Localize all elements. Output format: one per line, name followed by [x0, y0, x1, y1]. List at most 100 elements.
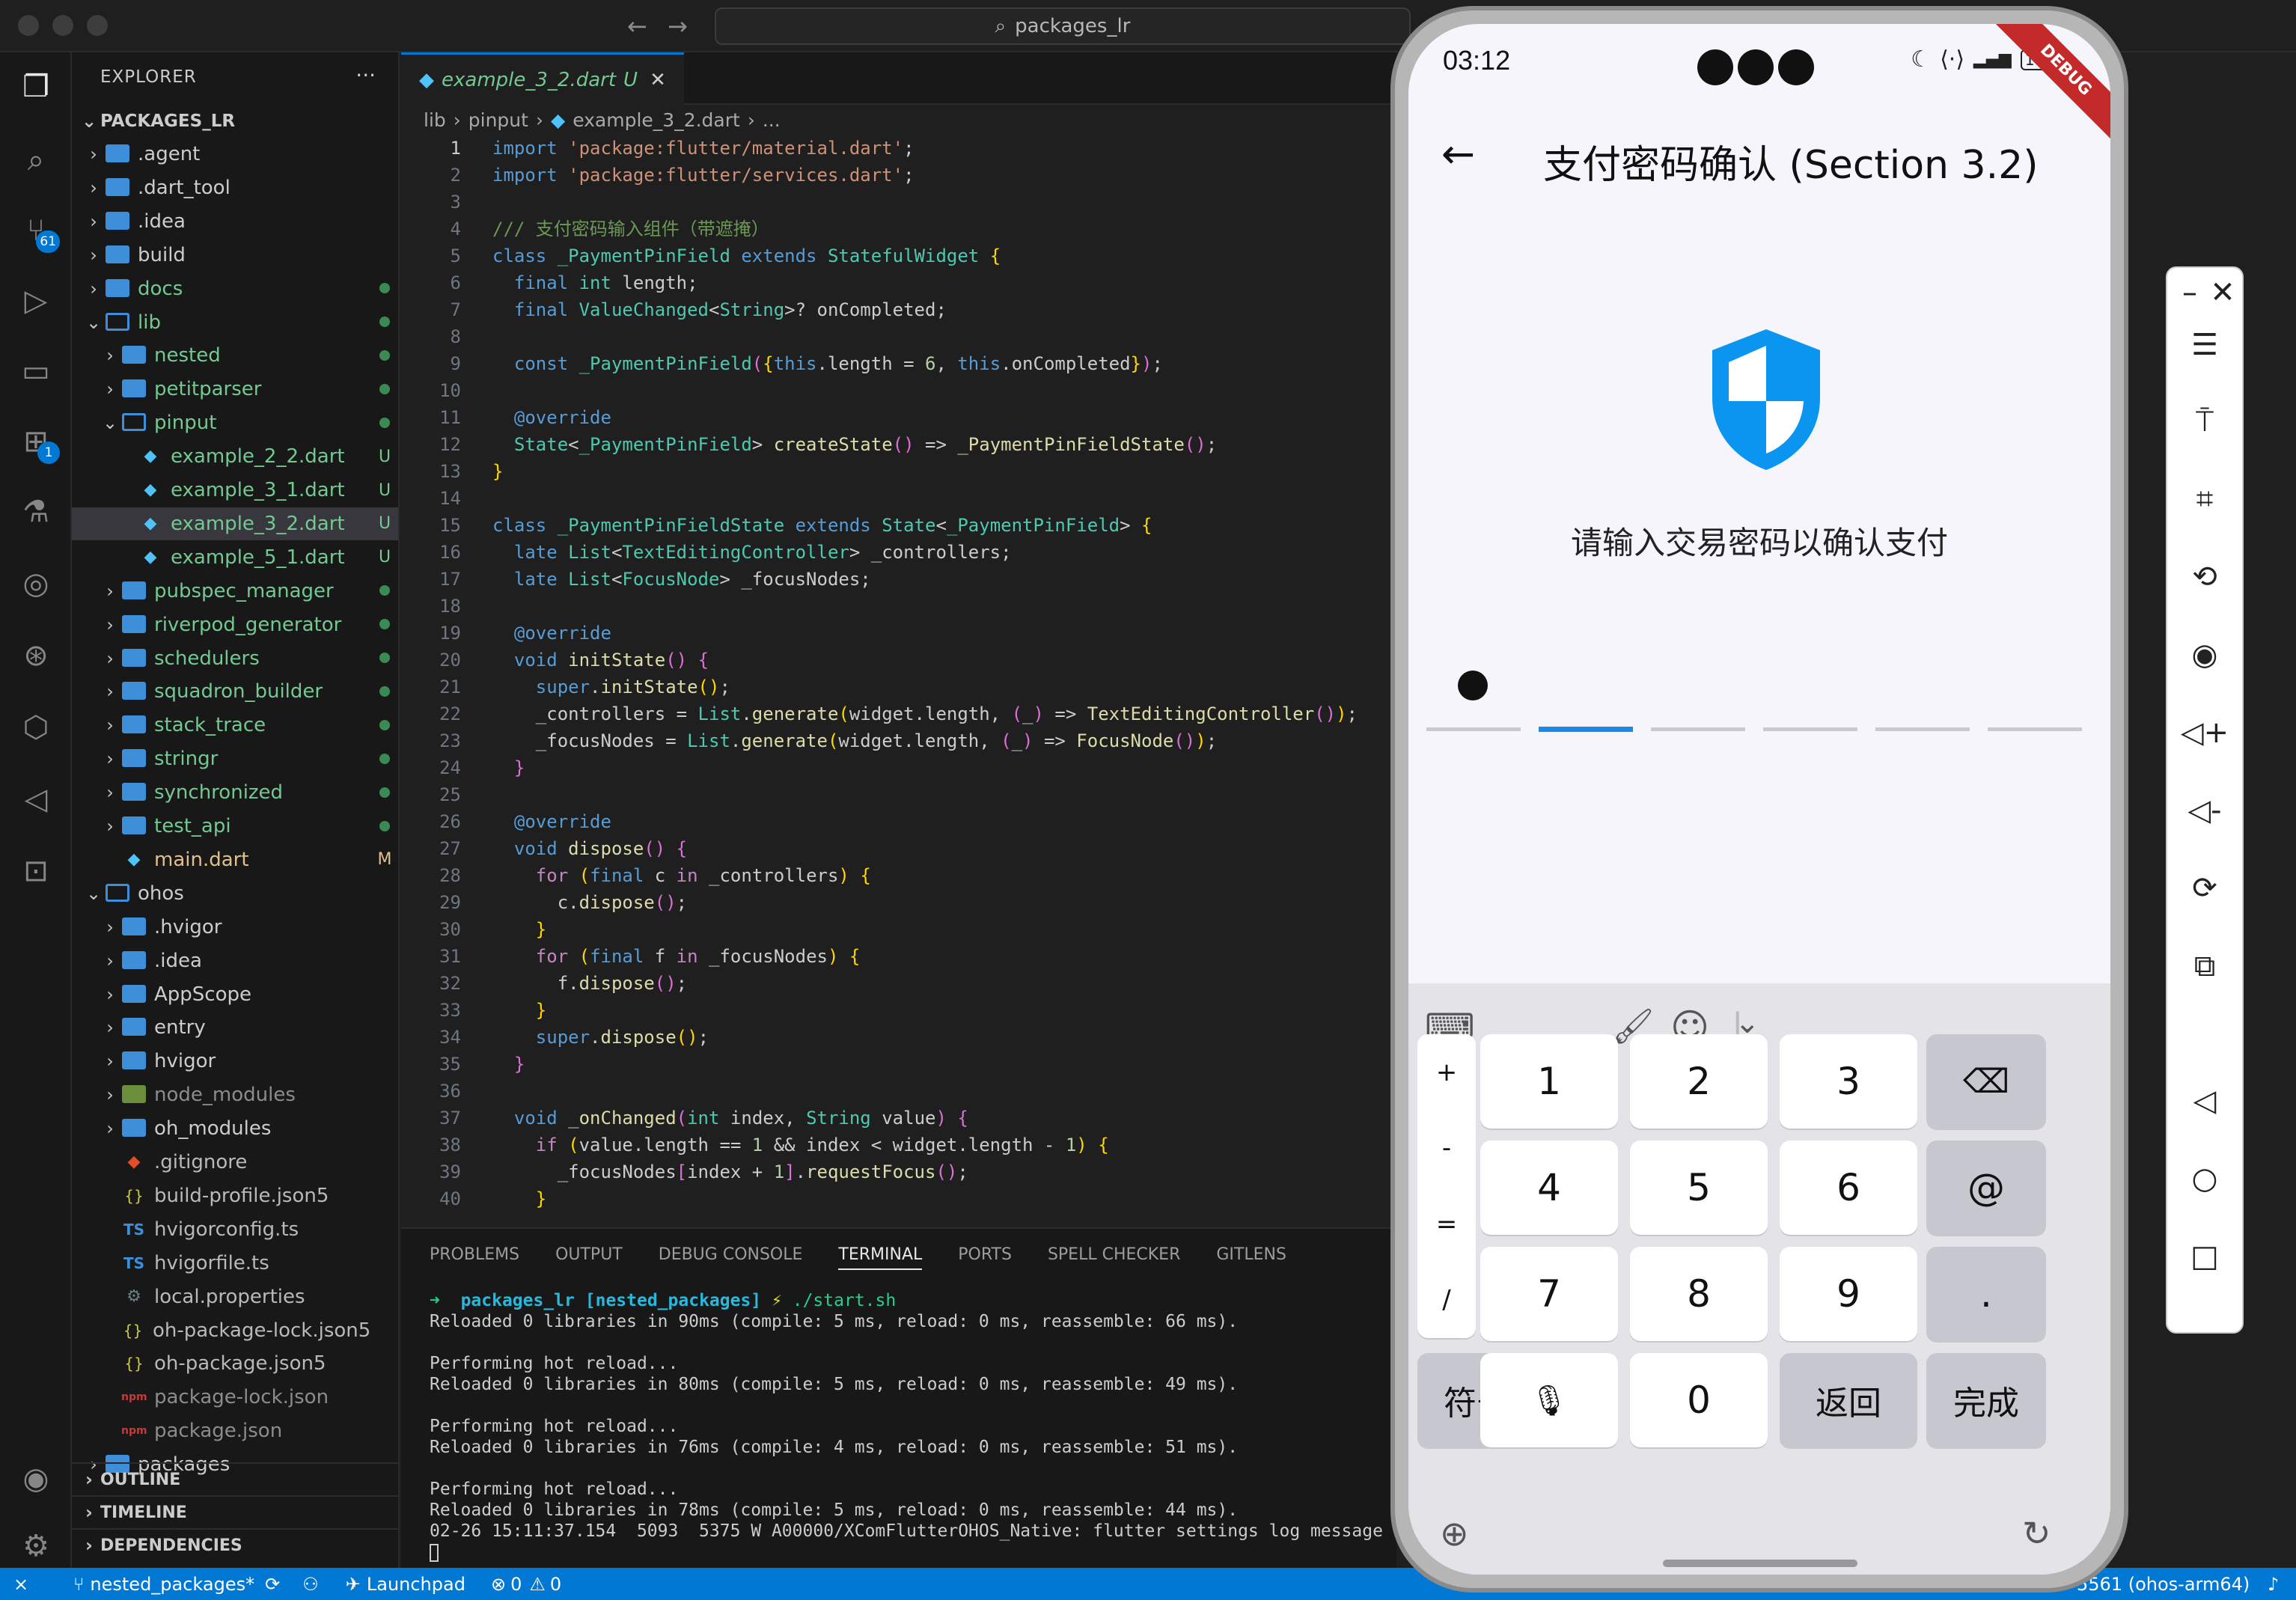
symbol-key[interactable]: - — [1442, 1133, 1451, 1163]
tree-file[interactable]: ◆ example_3_1.dart U — [72, 474, 398, 507]
tree-file[interactable]: TS hvigorconfig.ts — [72, 1213, 398, 1246]
tree-folder[interactable]: › stack_trace — [72, 709, 398, 742]
tree-file[interactable]: npm package.json — [72, 1414, 398, 1447]
back-arrow-icon[interactable]: ← — [627, 12, 647, 40]
digit-key[interactable]: 9 — [1780, 1247, 1917, 1341]
device-label[interactable]: 5561 (ohos-arm64) — [2077, 1574, 2250, 1595]
pin-slot[interactable] — [1539, 727, 1633, 732]
minimize-window-button[interactable] — [52, 15, 73, 36]
back-arrow-icon[interactable]: ← — [1441, 130, 1475, 177]
digit-key[interactable]: 2 — [1630, 1034, 1768, 1129]
workspace-root[interactable]: ⌄ PACKAGES_LR — [72, 105, 398, 138]
settings-gear-icon[interactable]: ⚙ — [16, 1527, 55, 1566]
digit-key[interactable]: 3 — [1780, 1034, 1917, 1129]
pin-slot[interactable] — [1651, 727, 1745, 731]
gitlens-icon[interactable]: ◎ — [16, 564, 55, 603]
digit-key[interactable]: 4 — [1480, 1141, 1618, 1235]
tree-folder[interactable]: › .idea — [72, 205, 398, 238]
tree-folder[interactable]: › schedulers — [72, 642, 398, 675]
tree-folder[interactable]: › .dart_tool — [72, 171, 398, 204]
tree-folder[interactable]: › oh_modules — [72, 1112, 398, 1145]
rotate-icon[interactable]: ⟲ — [2167, 560, 2242, 594]
forward-arrow-icon[interactable]: → — [668, 12, 688, 40]
remote-explorer-icon[interactable]: ▭ — [16, 352, 55, 391]
tree-folder[interactable]: › petitparser — [72, 373, 398, 406]
pin-slot[interactable] — [1988, 727, 2082, 731]
pin-slot[interactable] — [1875, 727, 1970, 731]
run-debug-icon[interactable]: ▷ — [16, 281, 55, 320]
breadcrumb-item[interactable]: lib — [424, 109, 446, 131]
panel-tab-gitlens[interactable]: GITLENS — [1216, 1245, 1286, 1270]
digit-key[interactable]: 5 — [1630, 1141, 1768, 1235]
flutter-icon[interactable]: ◁ — [16, 780, 55, 819]
tree-file[interactable]: TS hvigorfile.ts — [72, 1247, 398, 1280]
tree-folder[interactable]: › .idea — [72, 944, 398, 977]
tree-file[interactable]: ◆ example_3_2.dart U — [72, 507, 398, 540]
breadcrumb-item[interactable]: example_3_2.dart — [573, 109, 740, 131]
notification-bell-icon[interactable]: ♪ — [2268, 1574, 2279, 1595]
screenshot-icon[interactable]: ◉ — [2167, 638, 2242, 672]
close-window-button[interactable] — [18, 15, 39, 36]
panel-tab-debug-console[interactable]: DEBUG CONSOLE — [659, 1245, 803, 1270]
globe-icon[interactable]: ⊕ — [1440, 1513, 1469, 1554]
panel-tab-problems[interactable]: PROBLEMS — [430, 1245, 519, 1270]
close-icon[interactable]: ✕ — [650, 69, 666, 91]
warning-count[interactable]: 0 — [550, 1574, 561, 1595]
maximize-window-button[interactable] — [87, 15, 108, 36]
branch-name[interactable]: nested_packages* — [90, 1574, 254, 1595]
volume-up-icon[interactable]: ◁+ — [2167, 715, 2242, 750]
volume-down-icon[interactable]: ◁- — [2167, 793, 2242, 828]
launchpad-label[interactable]: Launchpad — [367, 1574, 465, 1595]
accounts-icon[interactable]: ◉ — [16, 1459, 55, 1498]
done-key[interactable]: 完成 — [1926, 1353, 2046, 1447]
backspace-key[interactable]: ⌫ — [1926, 1034, 2046, 1129]
extensions-icon[interactable]: ⊞ 1 — [16, 422, 60, 464]
pin-slot[interactable] — [1763, 727, 1857, 731]
tree-folder[interactable]: › node_modules — [72, 1078, 398, 1111]
tree-folder[interactable]: › .hvigor — [72, 911, 398, 944]
breadcrumb-item[interactable]: ... — [763, 109, 781, 131]
tree-folder[interactable]: › .agent — [72, 138, 398, 171]
tab-example-3-2[interactable]: ◆ example_3_2.dart U ✕ — [401, 52, 684, 105]
menu-icon[interactable]: ☰ — [2167, 328, 2242, 362]
timeline-section[interactable]: › TIMELINE — [72, 1495, 398, 1528]
more-actions-icon[interactable]: ··· — [355, 63, 376, 88]
tree-file[interactable]: ⚙ local.properties — [72, 1280, 398, 1313]
tree-file[interactable]: npm package-lock.json — [72, 1381, 398, 1414]
tree-folder[interactable]: › pubspec_manager — [72, 575, 398, 608]
breadcrumb-item[interactable]: pinput — [468, 109, 528, 131]
gitlens-icon[interactable]: ⚇ — [302, 1574, 319, 1595]
rotate-device-icon[interactable]: ⟳ — [2167, 871, 2242, 906]
home-nav-icon[interactable]: ○ — [2167, 1161, 2242, 1196]
tree-folder[interactable]: › test_api — [72, 810, 398, 843]
tree-folder[interactable]: ⌄ ohos — [72, 877, 398, 910]
panel-tab-terminal[interactable]: TERMINAL — [838, 1245, 923, 1270]
dot-key[interactable]: . — [1926, 1247, 2046, 1341]
home-indicator[interactable] — [1663, 1560, 1857, 1567]
tree-folder[interactable]: › nested — [72, 339, 398, 372]
tree-file[interactable]: {} build-profile.json5 — [72, 1179, 398, 1212]
code-editor[interactable]: 1 import 'package:flutter/material.dart';… — [401, 135, 1396, 1227]
search-icon[interactable]: ⌕ — [16, 141, 55, 180]
remote-icon[interactable]: ⨯ — [13, 1574, 43, 1595]
tree-folder[interactable]: ⌄ pinput — [72, 406, 398, 439]
tree-folder[interactable]: › docs — [72, 272, 398, 305]
error-count[interactable]: 0 — [510, 1574, 522, 1595]
tree-folder[interactable]: › synchronized — [72, 776, 398, 809]
at-key[interactable]: @ — [1926, 1141, 2046, 1235]
terminal-output[interactable]: ➜ packages_lr [nested_packages] ⚡ ./star… — [430, 1290, 1383, 1563]
explorer-icon[interactable]: ❐ — [16, 67, 55, 106]
symbol-key[interactable]: + — [1436, 1057, 1458, 1087]
outline-section[interactable]: › OUTLINE — [72, 1462, 398, 1495]
panel-tab-spell-checker[interactable]: SPELL CHECKER — [1048, 1245, 1180, 1270]
tree-file[interactable]: ◆ example_2_2.dart U — [72, 440, 398, 473]
testing-icon[interactable]: ⚗ — [16, 492, 55, 531]
pin-top-icon[interactable]: ⍑ — [2167, 404, 2242, 439]
symbol-key[interactable]: / — [1442, 1285, 1450, 1315]
tree-folder[interactable]: ⌄ lib — [72, 306, 398, 339]
tree-file[interactable]: {} oh-package.json5 — [72, 1347, 398, 1380]
tree-folder[interactable]: › entry — [72, 1011, 398, 1044]
panel-tab-ports[interactable]: PORTS — [958, 1245, 1012, 1270]
source-control-icon[interactable]: ⑂ 61 — [16, 211, 60, 253]
recents-nav-icon[interactable]: □ — [2167, 1239, 2242, 1274]
